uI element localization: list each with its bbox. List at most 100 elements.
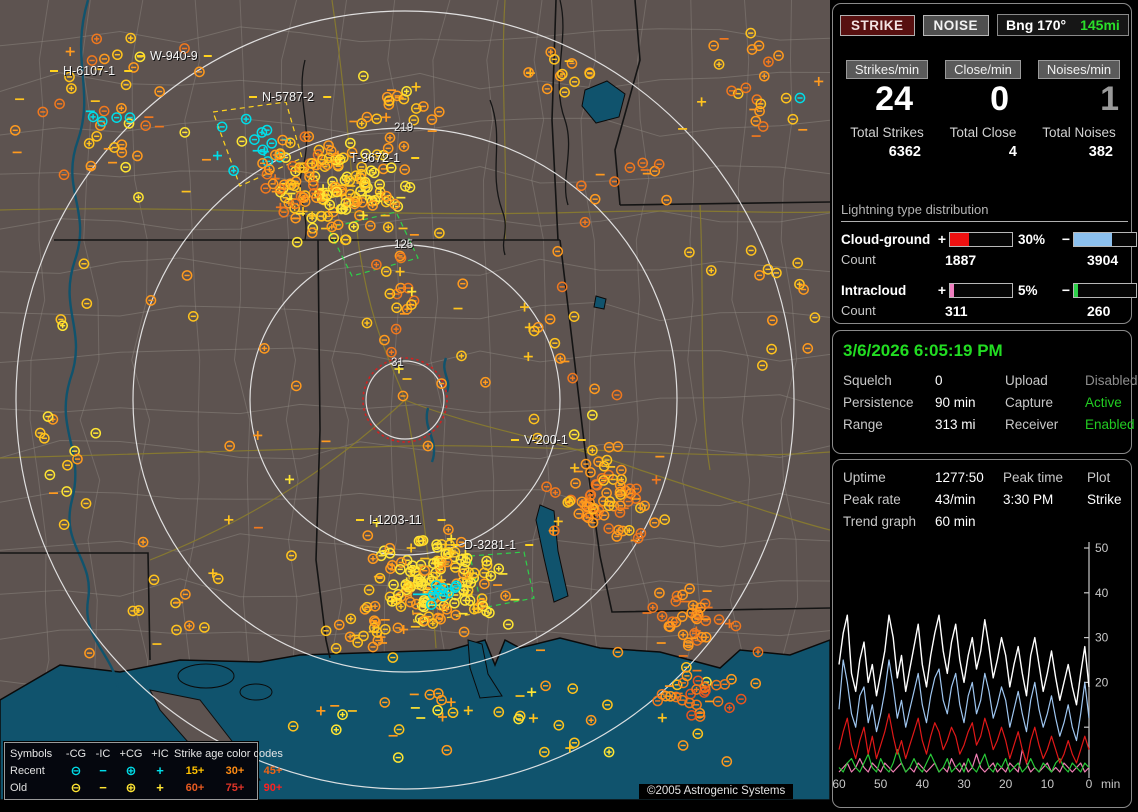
peak-rate-value: 43/min	[935, 492, 1003, 507]
svg-text:N-5787-2: N-5787-2	[262, 90, 314, 104]
total-close-label: Total Close	[935, 125, 1031, 140]
receiver-label: Receiver	[1005, 417, 1085, 432]
trend-graph-label: Trend graph	[843, 514, 935, 529]
strike-toggle-button[interactable]: STRIKE	[840, 15, 915, 36]
minus-sign: −	[1059, 282, 1073, 298]
clock-settings-panel: 3/6/2026 6:05:19 PM Squelch 0 Upload Dis…	[832, 330, 1132, 454]
legend-age-45: 45+	[254, 765, 292, 777]
legend-age-60: 60+	[174, 782, 216, 794]
trend-window-value: 60 min	[935, 514, 1003, 529]
svg-text:0: 0	[1086, 777, 1093, 791]
close-per-min-chip: Close/min	[945, 60, 1021, 79]
svg-text:30: 30	[1095, 631, 1109, 645]
svg-text:125: 125	[394, 239, 413, 251]
svg-text:31: 31	[391, 357, 404, 369]
cg-plus-percent: 30%	[1013, 232, 1059, 247]
total-noises-value: 382	[1031, 144, 1127, 160]
legend-age-header: Strike age color codes	[174, 748, 292, 760]
peak-time-value: 3:30 PM	[1003, 492, 1087, 507]
svg-text:I-1203-11: I-1203-11	[369, 513, 422, 527]
total-noises-label: Total Noises	[1031, 125, 1127, 140]
minus-sign: −	[1059, 231, 1073, 247]
total-strikes-value: 6362	[839, 144, 935, 160]
svg-text:min: min	[1101, 777, 1120, 791]
svg-text:30: 30	[957, 777, 971, 791]
distribution-title: Lightning type distribution	[841, 202, 1128, 222]
minus-icon: −	[90, 780, 116, 795]
cg-minus-bar	[1073, 232, 1137, 247]
range-label: Range	[843, 417, 935, 432]
legend-col-neg-ic: -IC	[90, 748, 116, 760]
map-legend: Symbols -CG -IC +CG +IC Strike age color…	[4, 742, 258, 800]
cg-plus-bar	[949, 232, 1013, 247]
legend-row-recent-label: Recent	[10, 765, 62, 777]
bearing-range: 145mi	[1080, 17, 1120, 33]
noise-toggle-button[interactable]: NOISE	[923, 15, 990, 36]
uptime-value: 1277:50	[935, 470, 1003, 485]
noises-per-min-chip: Noises/min	[1038, 60, 1120, 79]
svg-text:219: 219	[394, 122, 413, 134]
svg-text:D-3281-1: D-3281-1	[464, 538, 516, 552]
circle-minus-icon: ⊖	[62, 763, 90, 779]
svg-text:H-6107-1: H-6107-1	[63, 64, 115, 78]
svg-text:60: 60	[833, 777, 846, 791]
svg-text:50: 50	[1095, 541, 1109, 555]
map-canvas[interactable]: 3131125125219219H-6107-1H-6107-1W-940-9W…	[0, 0, 830, 800]
cloud-ground-label: Cloud-ground	[841, 232, 935, 247]
squelch-label: Squelch	[843, 373, 935, 388]
legend-age-15: 15+	[174, 765, 216, 777]
svg-text:10: 10	[1041, 777, 1055, 791]
total-strikes-label: Total Strikes	[839, 125, 935, 140]
minus-icon: −	[90, 763, 116, 778]
current-datetime: 3/6/2026 6:05:19 PM	[843, 341, 1003, 361]
ic-plus-count: 311	[935, 303, 1077, 319]
plus-sign: +	[935, 282, 949, 298]
peak-rate-label: Peak rate	[843, 492, 935, 507]
cg-plus-count: 1887	[935, 252, 1077, 268]
range-value: 313 mi	[935, 417, 1005, 432]
trend-chart-canvas: 203040506050403020100min	[833, 536, 1131, 806]
cg-minus-count: 3904	[1077, 252, 1128, 268]
svg-text:40: 40	[916, 777, 930, 791]
legend-col-neg-cg: -CG	[62, 748, 90, 760]
squelch-value: 0	[935, 373, 1005, 388]
trend-panel: Uptime 1277:50 Peak time Plot Peak rate …	[832, 459, 1132, 808]
svg-text:20: 20	[999, 777, 1013, 791]
ic-minus-count: 260	[1077, 303, 1128, 319]
circle-plus-icon: ⊕	[116, 763, 146, 779]
app-window: 3131125125219219H-6107-1H-6107-1W-940-9W…	[0, 0, 1138, 812]
legend-col-pos-ic: +IC	[146, 748, 174, 760]
svg-text:T-3672-1: T-3672-1	[350, 151, 400, 165]
legend-row-old-label: Old	[10, 782, 62, 794]
strike-stats-panel: STRIKE NOISE Bng 170° 145mi Strikes/min C…	[832, 3, 1132, 324]
uptime-label: Uptime	[843, 470, 935, 485]
copyright-label: ©2005 Astrogenic Systems	[639, 784, 793, 799]
ic-plus-bar	[949, 283, 1013, 298]
plot-label: Plot	[1087, 470, 1127, 485]
receiver-status: Enabled	[1085, 417, 1138, 432]
ic-count-label: Count	[841, 303, 935, 319]
lightning-map[interactable]: 3131125125219219H-6107-1H-6107-1W-940-9W…	[0, 0, 830, 800]
circle-minus-icon: ⊖	[62, 780, 90, 796]
legend-symbols-header: Symbols	[10, 748, 62, 760]
ic-plus-percent: 5%	[1013, 283, 1059, 298]
persistence-value: 90 min	[935, 395, 1005, 410]
total-close-value: 4	[935, 144, 1031, 160]
intracloud-label: Intracloud	[841, 283, 935, 298]
close-per-min-value: 0	[935, 79, 1031, 119]
bearing-readout: Bng 170° 145mi	[997, 14, 1129, 36]
noises-per-min-value: 1	[1031, 79, 1127, 119]
legend-col-pos-cg: +CG	[116, 748, 146, 760]
plus-icon: +	[146, 780, 174, 795]
strikes-per-min-chip: Strikes/min	[846, 60, 928, 79]
svg-text:50: 50	[874, 777, 888, 791]
bearing-label: Bng 170°	[1006, 17, 1066, 33]
plot-mode-value: Strike	[1087, 492, 1127, 507]
strikes-per-min-value: 24	[839, 79, 935, 119]
peak-time-label: Peak time	[1003, 470, 1087, 485]
svg-text:40: 40	[1095, 586, 1109, 600]
capture-status: Active	[1085, 395, 1138, 410]
capture-label: Capture	[1005, 395, 1085, 410]
plus-sign: +	[935, 231, 949, 247]
upload-status: Disabled	[1085, 373, 1138, 388]
